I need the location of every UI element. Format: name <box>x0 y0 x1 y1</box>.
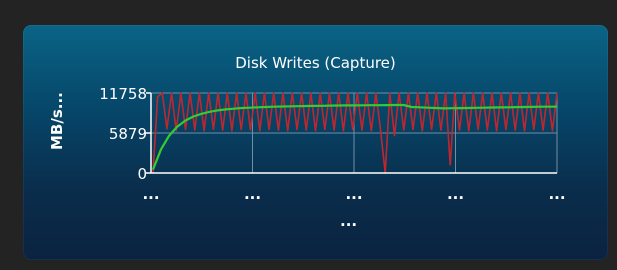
x-tick-label: ... <box>345 185 362 203</box>
x-tick-labels: ............... <box>142 185 565 203</box>
y-tick-label: 5879 <box>109 125 147 143</box>
y-tick-label: 11758 <box>99 85 147 103</box>
y-tick-labels: 11758 5879 0 <box>99 85 147 183</box>
disk-writes-chart: 11758 5879 0 ............... <box>99 85 565 203</box>
y-tick-label: 0 <box>137 165 147 183</box>
widget-frame: Disk Writes (Capture) MB/s... ... 11758 5… <box>0 0 617 270</box>
x-tick-label: ... <box>142 185 159 203</box>
x-tick-label: ... <box>548 185 565 203</box>
x-tick-label: ... <box>447 185 464 203</box>
x-tick-label: ... <box>244 185 261 203</box>
